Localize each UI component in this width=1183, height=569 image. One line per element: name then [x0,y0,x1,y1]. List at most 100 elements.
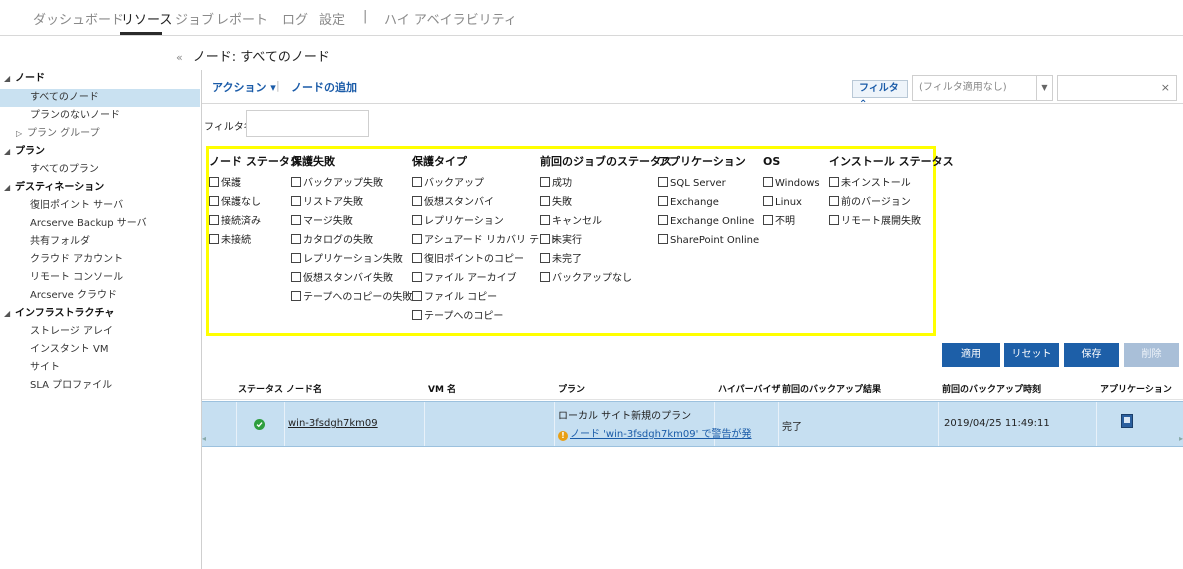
filter-option[interactable]: 仮想スタンバイ [412,194,559,213]
checkbox[interactable] [540,253,550,263]
checkbox[interactable] [209,215,219,225]
sidebar-item-arcserve-cloud[interactable]: Arcserve クラウド [0,287,200,305]
filter-option[interactable]: SharePoint Online [658,232,759,251]
sidebar-item-arcserve-backup[interactable]: Arcserve Backup サーバ [0,215,200,233]
sidebar-item-cloud-account[interactable]: クラウド アカウント [0,251,200,269]
checkbox[interactable] [412,291,422,301]
filter-option[interactable]: Exchange Online [658,213,759,232]
filter-option[interactable]: リモート展開失敗 [829,213,954,232]
filter-option[interactable]: Exchange [658,194,759,213]
column-header-node-name[interactable]: ノード名 [286,382,322,395]
filter-select[interactable]: (フィルタ適用なし) ▼ [912,75,1053,101]
filter-toggle-button[interactable]: フィルタ ⌃ [852,80,908,110]
filter-option[interactable]: テープへのコピー [412,308,559,327]
checkbox[interactable] [763,177,773,187]
sidebar-item-all-nodes[interactable]: すべてのノード [0,89,200,107]
filter-option[interactable]: 未インストール [829,175,954,194]
checkbox[interactable] [209,196,219,206]
filter-option[interactable]: SQL Server [658,175,759,194]
sidebar-group-infrastructure[interactable]: ◢ インフラストラクチャ [0,305,200,323]
filter-option[interactable]: バックアップ失敗 [291,175,412,194]
checkbox[interactable] [412,234,422,244]
filter-option[interactable]: 未完了 [540,251,672,270]
nav-dashboard[interactable]: ダッシュボード [33,9,124,28]
checkbox[interactable] [763,196,773,206]
filter-option[interactable]: キャンセル [540,213,672,232]
checkbox[interactable] [829,196,839,206]
column-header-hypervisor[interactable]: ハイパーバイザ [718,382,781,395]
filter-option[interactable]: 復旧ポイントのコピー [412,251,559,270]
filter-option[interactable]: 未接続 [209,232,301,251]
checkbox[interactable] [412,196,422,206]
checkbox[interactable] [291,196,301,206]
checkbox[interactable] [540,177,550,187]
save-button[interactable]: 保存 [1064,343,1119,367]
filter-option[interactable]: 成功 [540,175,672,194]
checkbox[interactable] [412,310,422,320]
nav-high-availability[interactable]: ハイ アベイラビリティ [384,9,517,28]
sidebar-group-plans[interactable]: ◢ プラン [0,143,200,161]
filter-name-input[interactable] [246,110,369,137]
filter-option[interactable]: バックアップ [412,175,559,194]
delete-button[interactable]: 削除 [1124,343,1179,367]
chevron-down-icon[interactable]: ▼ [1036,76,1052,100]
sidebar-item-rps[interactable]: 復旧ポイント サーバ [0,197,200,215]
filter-option[interactable]: 仮想スタンバイ失敗 [291,270,412,289]
sidebar-item-all-plans[interactable]: すべてのプラン [0,161,200,179]
checkbox[interactable] [540,215,550,225]
apply-button[interactable]: 適用 [942,343,1000,367]
reset-button[interactable]: リセット [1004,343,1059,367]
scroll-right-icon[interactable]: ▸ [1179,434,1183,443]
checkbox[interactable] [209,177,219,187]
sidebar-item-plan-groups[interactable]: ▷ プラン グループ [0,125,200,143]
checkbox[interactable] [763,215,773,225]
filter-option[interactable]: レプリケーション [412,213,559,232]
node-name-link[interactable]: win-3fsdgh7km09 [288,418,378,429]
filter-option[interactable]: 失敗 [540,194,672,213]
column-header-application[interactable]: アプリケーション [1100,382,1172,395]
checkbox[interactable] [829,177,839,187]
checkbox[interactable] [291,215,301,225]
checkbox[interactable] [658,215,668,225]
checkbox[interactable] [540,196,550,206]
add-node-button[interactable]: ノードの追加 [291,79,357,95]
column-header-plan[interactable]: プラン [558,382,585,395]
checkbox[interactable] [412,253,422,263]
checkbox[interactable] [540,234,550,244]
sidebar-item-sla-profile[interactable]: SLA プロファイル [0,377,200,395]
filter-option[interactable]: ファイル アーカイブ [412,270,559,289]
sidebar-item-no-plan-nodes[interactable]: プランのないノード [0,107,200,125]
plan-warning[interactable]: ! ノード 'win-3fsdgh7km09' で警告が発 [558,425,752,441]
nav-settings[interactable]: 設定 [319,9,345,28]
sidebar-group-nodes[interactable]: ◢ ノード [0,70,200,88]
column-header-vm-name[interactable]: VM 名 [428,382,456,395]
checkbox[interactable] [829,215,839,225]
filter-option[interactable]: 保護 [209,175,301,194]
column-header-status[interactable]: ステータス [238,382,283,395]
checkbox[interactable] [658,177,668,187]
column-header-last-result[interactable]: 前回のバックアップ結果 [782,382,881,395]
filter-option[interactable]: マージ失敗 [291,213,412,232]
checkbox[interactable] [291,272,301,282]
sql-server-icon[interactable] [1121,414,1133,428]
collapse-sidebar-icon[interactable]: « [176,51,183,64]
checkbox[interactable] [412,215,422,225]
action-menu[interactable]: アクション ▾ [212,79,276,95]
filter-option[interactable]: テープへのコピーの失敗 [291,289,412,308]
filter-option[interactable]: アシュアード リカバリ テスト [412,232,559,251]
checkbox[interactable] [291,291,301,301]
filter-option[interactable]: 接続済み [209,213,301,232]
scroll-left-icon[interactable]: ◂ [202,434,206,443]
checkbox[interactable] [658,234,668,244]
checkbox[interactable] [209,234,219,244]
sidebar-item-instant-vm[interactable]: インスタント VM [0,341,200,359]
checkbox[interactable] [291,253,301,263]
filter-option[interactable]: 未実行 [540,232,672,251]
checkbox[interactable] [412,272,422,282]
nav-reports[interactable]: レポート [216,9,268,28]
sidebar-item-shared-folder[interactable]: 共有フォルダ [0,233,200,251]
column-header-last-time[interactable]: 前回のバックアップ時刻 [942,382,1041,395]
filter-option[interactable]: Windows [763,175,820,194]
search-input[interactable]: × [1057,75,1177,101]
filter-option[interactable]: 不明 [763,213,820,232]
